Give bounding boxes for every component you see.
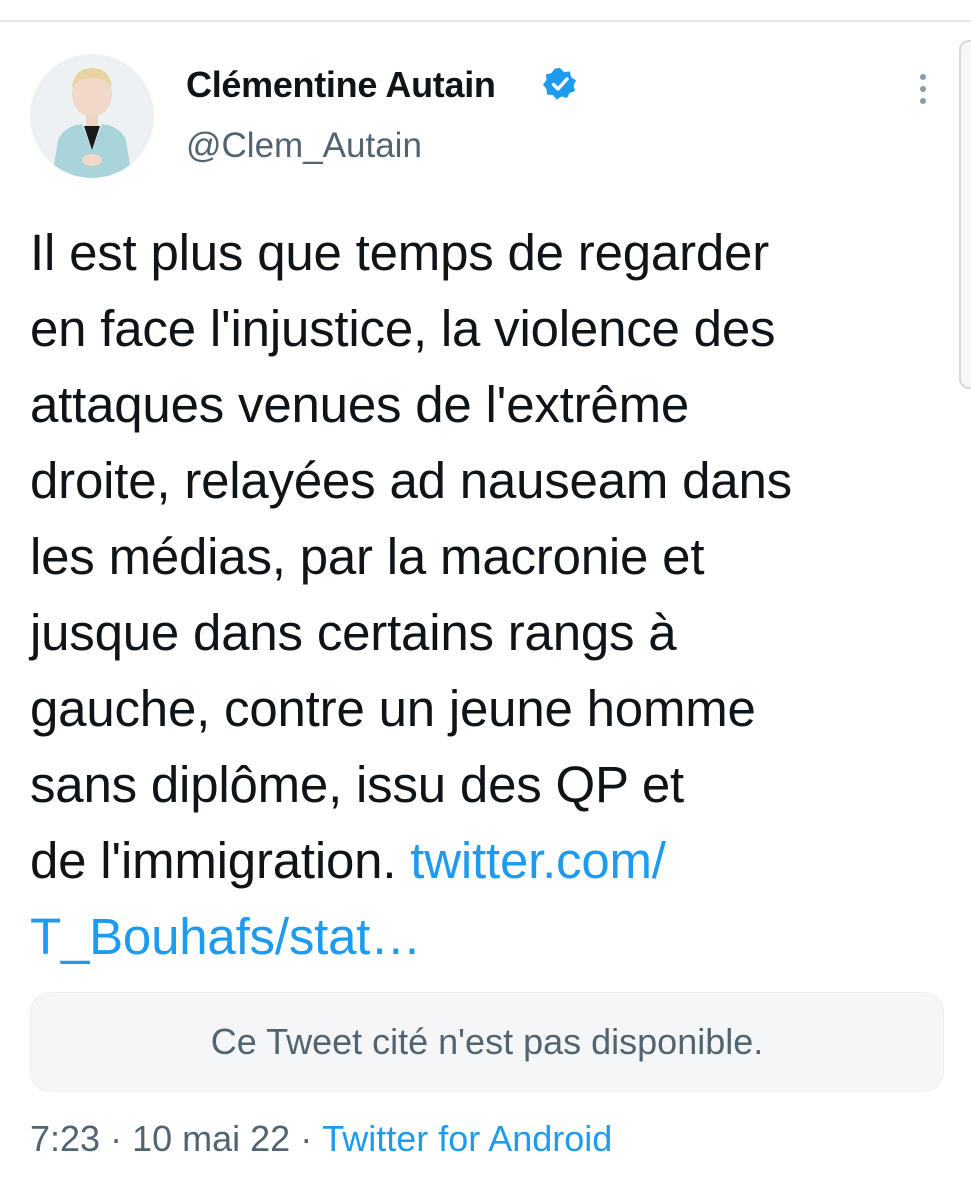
tweet-link-part1[interactable]: twitter.com/ [410, 832, 666, 889]
tweet-text-last-line: de l'immigration. [30, 832, 411, 889]
more-options-icon[interactable] [908, 68, 938, 110]
tweet-text-line: Il est plus que temps de regarder [30, 224, 769, 281]
tweet-text-line: jusque dans certains rangs à [30, 604, 677, 661]
tweet-source-link[interactable]: Twitter for Android [322, 1118, 612, 1159]
tweet-text-line: en face l'injustice, la violence des [30, 300, 776, 357]
quoted-tweet-unavailable: Ce Tweet cité n'est pas disponible. [30, 992, 944, 1092]
profile-photo-icon [30, 54, 154, 178]
tweet-detail-page: Clémentine Autain @Clem_Autain Il est pl… [0, 0, 971, 1200]
tweet-time[interactable]: 7:23 [30, 1118, 100, 1159]
tweet-text-line: attaques venues de l'extrême [30, 376, 690, 433]
quoted-tweet-notice: Ce Tweet cité n'est pas disponible. [210, 1021, 764, 1062]
tweet-text-line: de l'immigration. twitter.com/ [30, 823, 930, 899]
tweet-text-line: les médias, par la macronie et [30, 528, 705, 585]
tweet-text: Il est plus que temps de regarder en fac… [30, 215, 930, 975]
avatar[interactable] [30, 54, 154, 178]
meta-separator: · [300, 1118, 313, 1159]
meta-separator: · [110, 1118, 123, 1159]
scroll-edge [959, 40, 971, 389]
author-display-name[interactable]: Clémentine Autain [186, 64, 496, 106]
tweet-text-line: T_Bouhafs/stat… [30, 899, 930, 975]
verified-badge-icon [543, 68, 576, 100]
top-divider [0, 20, 971, 22]
tweet-link-part2[interactable]: T_Bouhafs/stat… [30, 908, 421, 965]
tweet-text-line: sans diplôme, issu des QP et [30, 756, 684, 813]
tweet-text-line: gauche, contre un jeune homme [30, 680, 756, 737]
tweet-text-line: droite, relayées ad nauseam dans [30, 452, 792, 509]
tweet-date[interactable]: 10 mai 22 [132, 1118, 290, 1159]
tweet-metadata: 7:23 · 10 mai 22 · Twitter for Android [30, 1118, 612, 1160]
author-handle[interactable]: @Clem_Autain [186, 126, 422, 166]
